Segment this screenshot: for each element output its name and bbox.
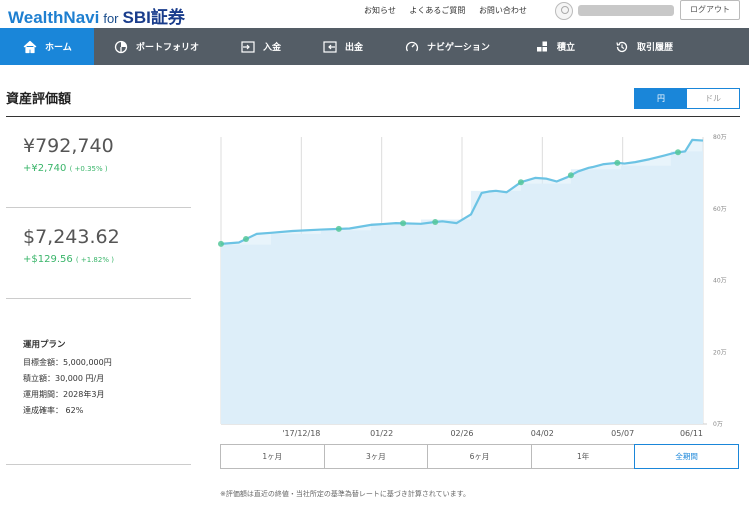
jpy-gain-pct: ( +0.35% ) — [69, 165, 108, 173]
period-1y[interactable]: 1年 — [530, 444, 636, 469]
asset-summary: ¥792,740 +¥2,740 ( +0.35% ) $7,243.62 +$… — [6, 117, 191, 465]
y-tick-label: 20万 — [713, 349, 727, 356]
brand-partner: SBI証券 — [122, 8, 185, 27]
usd-value: $7,243.62 — [23, 226, 120, 248]
asset-chart-svg: 0万 20万 40万 60万 80万 '17/12/18 01/22 02/26 04/02 05… — [218, 134, 727, 438]
pie-chart-icon — [114, 40, 128, 54]
nav-item-history[interactable]: 取引履歴 — [595, 28, 695, 65]
jpy-panel: ¥792,740 +¥2,740 ( +0.35% ) — [6, 117, 191, 208]
nav-item-deposit[interactable]: 入金 — [221, 28, 303, 65]
deposit-marker — [567, 172, 574, 179]
deposit-marker — [400, 220, 407, 227]
nav-label: ナビゲーション — [427, 43, 490, 53]
deposit-marker — [242, 236, 249, 243]
gauge-icon — [405, 40, 419, 54]
deposit-marker — [335, 225, 342, 232]
nav-label: 積立 — [557, 43, 576, 53]
nav-label: 取引履歴 — [637, 43, 674, 53]
plan-period: 運用期間：2028年3月 — [23, 390, 105, 399]
brand-for: for — [103, 11, 119, 26]
deposit-marker — [675, 149, 682, 156]
blocks-icon — [535, 40, 549, 54]
period-tabs: 1ヶ月 3ヶ月 6ヶ月 1年 全期間 — [220, 444, 739, 469]
period-1m[interactable]: 1ヶ月 — [220, 444, 325, 469]
x-tick-label: 01/22 — [370, 429, 393, 438]
nav-item-portfolio[interactable]: ポートフォリオ — [94, 28, 221, 65]
nav-item-withdraw[interactable]: 出金 — [303, 28, 385, 65]
usd-panel: $7,243.62 +$129.56 ( +1.82% ) — [6, 208, 191, 299]
period-6m[interactable]: 6ヶ月 — [427, 444, 532, 469]
x-tick-label: 02/26 — [450, 429, 473, 438]
history-icon — [615, 40, 629, 54]
jpy-value: ¥792,740 — [23, 135, 114, 157]
jpy-gain-amount: +¥2,740 — [23, 163, 67, 174]
avatar-icon[interactable] — [555, 2, 573, 20]
x-tick-label: '17/12/18 — [282, 429, 320, 438]
plan-monthly: 積立額：30,000 円/月 — [23, 374, 105, 383]
x-tick-label: 06/11 — [680, 429, 703, 438]
plan-target: 目標金額：5,000,000円 — [23, 358, 112, 367]
currency-yen-button[interactable]: 円 — [635, 89, 687, 108]
plan-panel: 運用プラン 目標金額：5,000,000円 積立額：30,000 円/月 運用期… — [6, 299, 191, 465]
top-header: WealthNavi for SBI証券 お知らせ よくあるご質問 お問い合わせ ロ… — [0, 0, 749, 28]
nav-label: ホーム — [45, 43, 72, 53]
usd-gain-amount: +$129.56 — [23, 254, 73, 265]
username-redacted — [578, 5, 674, 16]
brand-main: WealthNavi — [8, 8, 100, 27]
deposit-icon — [241, 40, 255, 54]
y-tick-label: 60万 — [713, 206, 727, 213]
faq-link[interactable]: よくあるご質問 — [409, 6, 465, 15]
withdraw-icon — [323, 40, 337, 54]
period-all[interactable]: 全期間 — [634, 444, 739, 469]
x-tick-label: 04/02 — [531, 429, 554, 438]
y-tick-label: 80万 — [713, 134, 727, 141]
nav-label: 出金 — [345, 43, 364, 53]
news-link[interactable]: お知らせ — [364, 6, 396, 15]
deposit-marker — [218, 240, 224, 247]
deposit-marker — [614, 159, 621, 166]
usd-gain: +$129.56 ( +1.82% ) — [23, 254, 191, 265]
x-tick-label: 05/07 — [611, 429, 634, 438]
currency-toggle: 円 ドル — [634, 88, 740, 109]
asset-chart[interactable]: 0万 20万 40万 60万 80万 '17/12/18 01/22 02/26 04/02 05… — [190, 118, 749, 443]
nav-label: 入金 — [263, 43, 282, 53]
deposit-marker — [432, 219, 439, 226]
top-links: お知らせ よくあるご質問 お問い合わせ — [364, 5, 538, 16]
plan-title: 運用プラン — [23, 340, 66, 350]
currency-usd-button[interactable]: ドル — [687, 89, 739, 108]
contact-link[interactable]: お問い合わせ — [479, 6, 527, 15]
y-tick-label: 40万 — [713, 278, 727, 285]
period-3m[interactable]: 3ヶ月 — [323, 444, 429, 469]
footnote: ※評価額は直近の終値・当社所定の基準為替レートに基づき計算されています。 — [220, 490, 470, 498]
logout-button[interactable]: ログアウト — [680, 0, 740, 20]
nav-item-navigation[interactable]: ナビゲーション — [385, 28, 515, 65]
nav-item-savings[interactable]: 積立 — [515, 28, 595, 65]
page-title: 資産評価額 — [6, 92, 72, 107]
nav-label: ポートフォリオ — [136, 43, 200, 53]
deposit-marker — [517, 179, 524, 186]
brand-logo[interactable]: WealthNavi for SBI証券 — [8, 3, 185, 28]
usd-gain-pct: ( +1.82% ) — [75, 256, 114, 264]
plan-probability: 達成確率： 62% — [23, 406, 84, 415]
y-tick-label: 0万 — [713, 421, 723, 428]
jpy-gain: +¥2,740 ( +0.35% ) — [23, 163, 191, 174]
nav-item-home[interactable]: ホーム — [0, 28, 94, 65]
home-icon — [23, 40, 37, 54]
main-nav: ホーム ポートフォリオ 入金 出金 ナビゲーション 積立 取引履歴 — [0, 28, 749, 65]
